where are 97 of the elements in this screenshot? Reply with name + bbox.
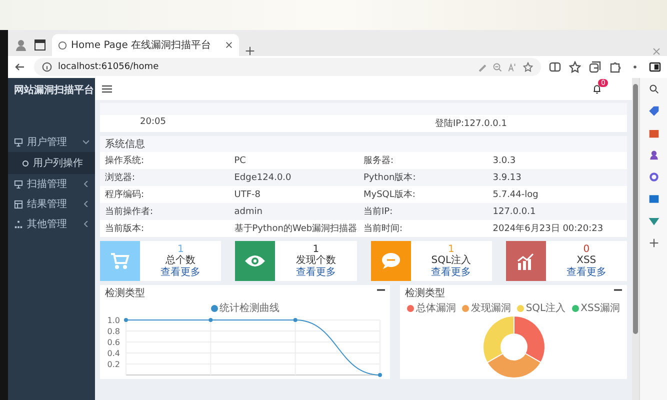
- table-cell-text: 当前操作者:: [105, 206, 154, 218]
- data-point: [293, 318, 298, 322]
- table-cell-text: UTF-8: [234, 190, 262, 200]
- table-cell-text: 2024年6月23日 00:20:23: [492, 222, 604, 235]
- cart-icon: [110, 252, 130, 270]
- stat-label: 总个数: [166, 254, 196, 266]
- legend-label: 统计检测曲线: [220, 302, 280, 315]
- axis-tick-label: 0.8: [107, 327, 120, 336]
- tab-actions-icon[interactable]: [34, 39, 46, 51]
- stat-value: 0: [583, 244, 590, 254]
- page-icon: [58, 40, 67, 50]
- extension-icon[interactable]: [609, 61, 621, 73]
- chat-bubble-icon: [380, 252, 400, 270]
- chevron-left-icon: [83, 201, 89, 207]
- sidebar-title: 网站漏洞扫描平台: [13, 84, 95, 98]
- login-ip: 登陆IP:127.0.0.1: [434, 118, 507, 130]
- table-cell-text: 3.9.13: [492, 172, 522, 182]
- sidebar-item[interactable]: 扫描管理: [8, 174, 95, 194]
- legend-label: 总体漏洞: [416, 302, 456, 315]
- view-more-link[interactable]: 查看更多: [160, 266, 201, 278]
- arrow-icon[interactable]: [648, 216, 658, 226]
- table-cell-text: admin: [234, 206, 264, 216]
- star-icon[interactable]: [523, 62, 533, 72]
- browser-tab[interactable]: Home Page 在线漏洞扫描平台: [52, 34, 239, 56]
- zoom-out-icon[interactable]: [493, 62, 502, 72]
- table-cell-text: 程序编码:: [105, 188, 146, 201]
- stat-label: 发现个数: [296, 254, 336, 266]
- ring-icon[interactable]: [648, 172, 658, 182]
- data-point: [378, 373, 382, 377]
- data-point: [208, 318, 213, 322]
- back-icon[interactable]: [14, 61, 26, 73]
- address-bar[interactable]: localhost:61056/home: [34, 58, 541, 76]
- trend-chart-icon: [516, 252, 536, 270]
- new-tab-icon[interactable]: [245, 46, 255, 56]
- axis-tick-label: 1.0: [107, 316, 120, 325]
- table-cell-text: 浏览器:: [105, 172, 136, 184]
- read-aloud-icon[interactable]: [508, 62, 517, 72]
- sitemap-icon: [14, 220, 23, 228]
- stat-value: 1: [177, 244, 184, 254]
- split-screen-icon[interactable]: [549, 61, 561, 73]
- sidebar-item[interactable]: 用户管理: [8, 132, 95, 152]
- chevron-down-icon: [83, 139, 89, 145]
- table-cell-text: 当前时间:: [364, 222, 404, 235]
- collections-icon[interactable]: [589, 61, 601, 73]
- table-cell-text: 当前版本:: [105, 222, 146, 235]
- table-cell-text: 基于Python的Web漏洞扫描器: [234, 222, 358, 235]
- data-point: [124, 318, 128, 322]
- login-time: 20:05: [140, 117, 166, 129]
- table-cell-text: 5.7.44-log: [492, 190, 540, 200]
- axis-tick-label: 0.2: [107, 360, 120, 369]
- table-cell-text: 3.0.3: [492, 156, 517, 166]
- monitor-icon: [14, 138, 23, 146]
- table-cell-text: 当前IP:: [364, 206, 394, 218]
- sidebar-item[interactable]: 其他管理: [8, 214, 95, 234]
- eye-icon: [244, 254, 266, 268]
- stat-value: 1: [448, 244, 454, 254]
- sidebar-subitem[interactable]: 用户列操作: [8, 152, 95, 174]
- menu-icon[interactable]: [101, 83, 113, 95]
- view-more-link[interactable]: 查看更多: [566, 266, 606, 278]
- view-more-link[interactable]: 查看更多: [431, 266, 472, 278]
- panel-title: 检测类型: [105, 286, 145, 300]
- sidebar-item[interactable]: 结果管理: [8, 194, 95, 214]
- axis-tick-label: 0.6: [107, 338, 120, 347]
- close-icon[interactable]: [225, 41, 233, 49]
- panel-title: 检测类型: [405, 286, 445, 300]
- legend-label: XSS漏洞: [580, 302, 620, 315]
- table-cell-text: 操作系统:: [105, 154, 146, 167]
- table-icon: [14, 200, 23, 208]
- stat-label: XSS: [576, 254, 596, 266]
- table-cell-text: PC: [234, 156, 247, 166]
- tag-icon[interactable]: [648, 106, 658, 116]
- table-cell-text: MySQL版本:: [364, 188, 416, 201]
- stat-value: 1: [312, 244, 320, 254]
- monitor-icon: [14, 180, 23, 188]
- legend-label: 发现漏洞: [470, 302, 511, 315]
- pen-icon[interactable]: [478, 62, 487, 72]
- table-cell-text: Python版本:: [364, 172, 417, 184]
- favorites-icon[interactable]: [569, 61, 581, 73]
- axis-tick-label: 0.4: [107, 349, 120, 358]
- chevron-left-icon: [83, 181, 89, 187]
- view-more-link[interactable]: 查看更多: [296, 266, 336, 278]
- table-cell-text: 127.0.0.1: [492, 206, 537, 216]
- table-cell-text: 服务器:: [364, 154, 395, 167]
- bell-icon[interactable]: [592, 84, 602, 94]
- profile-icon[interactable]: [14, 38, 28, 52]
- info-icon[interactable]: [42, 62, 52, 72]
- add-icon[interactable]: [648, 238, 658, 248]
- legend-label: SQL注入: [526, 302, 566, 315]
- person-icon[interactable]: [648, 150, 658, 160]
- chevron-left-icon: [83, 221, 89, 227]
- scrollbar[interactable]: [632, 78, 639, 400]
- circle-icon: [22, 160, 29, 166]
- table-cell-text: Edge124.0.0: [234, 172, 292, 182]
- stat-label: SQL注入: [431, 254, 472, 266]
- panel-title: 系统信息: [105, 138, 145, 151]
- sidebar-toggle-icon[interactable]: [649, 61, 661, 73]
- search-icon[interactable]: [648, 84, 658, 94]
